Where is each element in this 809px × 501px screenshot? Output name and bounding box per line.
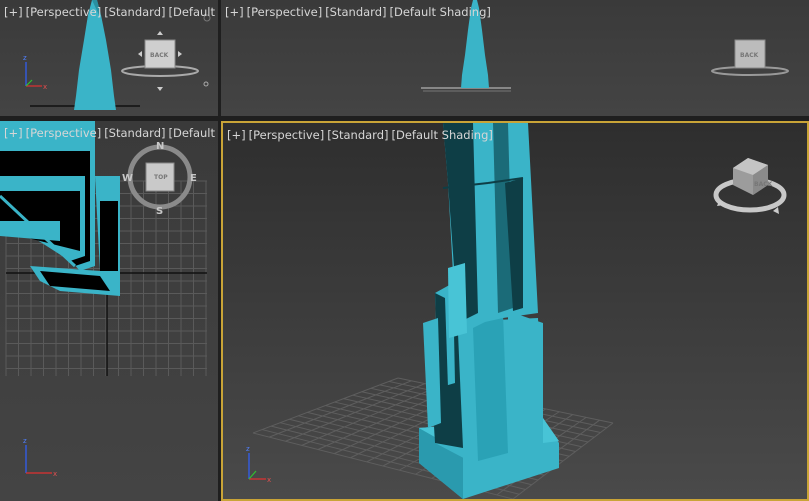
axis-z-label: z: [23, 54, 27, 62]
compass-north-label: N: [156, 141, 164, 152]
arrow-left-icon[interactable]: [138, 51, 142, 57]
viewport-menu-plus[interactable]: [+]: [4, 5, 23, 19]
viewport-shading-menu[interactable]: [Default Shading]: [389, 5, 490, 19]
viewport-style-menu[interactable]: [Standard]: [104, 5, 165, 19]
axis-tripod: z x: [23, 437, 57, 478]
viewcube-back-label: BACK: [150, 52, 169, 59]
viewcube-back-label: BACK: [754, 181, 773, 188]
viewport-top-right[interactable]: BACK [+] [Perspective] [Standard] [Default …: [221, 0, 809, 116]
arrow-down-icon[interactable]: [157, 87, 163, 91]
viewport-bottom-right[interactable]: BACK z x [+] [Perspective] [Standard] [Defa…: [221, 121, 809, 501]
home-icon[interactable]: [203, 81, 209, 87]
axis-x-label: x: [43, 83, 47, 91]
viewcube[interactable]: BACK: [121, 14, 211, 91]
arrow-right-icon[interactable]: [178, 51, 182, 57]
viewport-top-left[interactable]: z x BACK [+] [Perspective] [Standard] [Defa…: [0, 0, 218, 116]
viewport-bottom-left-canvas: TOP N S E W z x: [0, 121, 207, 478]
axis-x-label: x: [53, 470, 57, 478]
axis-tripod: z x: [23, 54, 47, 91]
viewport-style-menu[interactable]: [Standard]: [104, 126, 165, 140]
axis-x-label: x: [267, 476, 271, 484]
viewcube[interactable]: BACK: [713, 158, 787, 214]
viewport-shading-menu[interactable]: [Default Shading]: [391, 128, 492, 142]
viewport-point-of-view-menu[interactable]: [Perspective]: [26, 126, 102, 140]
viewcube-top-label: TOP: [154, 174, 168, 181]
viewcube[interactable]: BACK: [711, 39, 789, 76]
viewport-label: [+] [Perspective] [Standard] [Default Shadi…: [227, 128, 496, 142]
viewport-style-menu[interactable]: [Standard]: [325, 5, 386, 19]
viewport-menu-plus[interactable]: [+]: [4, 126, 23, 140]
viewport-label: [+] [Perspective] [Standard] [Default Shadi…: [225, 5, 494, 19]
viewport-point-of-view-menu[interactable]: [Perspective]: [26, 5, 102, 19]
viewport-shading-menu[interactable]: [Default Sha: [168, 5, 218, 19]
viewport-point-of-view-menu[interactable]: [Perspective]: [249, 128, 325, 142]
axis-z-label: z: [246, 445, 250, 453]
viewport-style-menu[interactable]: [Standard]: [327, 128, 388, 142]
viewport-shading-menu[interactable]: [Default Sha: [168, 126, 218, 140]
viewport-menu-plus[interactable]: [+]: [227, 128, 246, 142]
axis-z-label: z: [23, 437, 27, 445]
compass-east-label: E: [190, 173, 197, 184]
viewport-menu-plus[interactable]: [+]: [225, 5, 244, 19]
viewport-label: [+][Perspective][Standard][Default Sha: [4, 126, 218, 140]
axis-tripod: z x: [246, 445, 271, 484]
compass-west-label: W: [122, 173, 133, 184]
viewport-label: [+][Perspective][Standard][Default Sha: [4, 5, 218, 19]
arrow-up-icon[interactable]: [157, 31, 163, 35]
compass-south-label: S: [156, 206, 163, 217]
viewcube-back-label: BACK: [740, 52, 759, 59]
viewport-point-of-view-menu[interactable]: [Perspective]: [247, 5, 323, 19]
tower-model: [419, 123, 559, 499]
viewport-bottom-left[interactable]: TOP N S E W z x [+] [Perspective] [Standar…: [0, 121, 218, 501]
viewport-bottom-right-canvas: BACK z x: [246, 123, 787, 499]
